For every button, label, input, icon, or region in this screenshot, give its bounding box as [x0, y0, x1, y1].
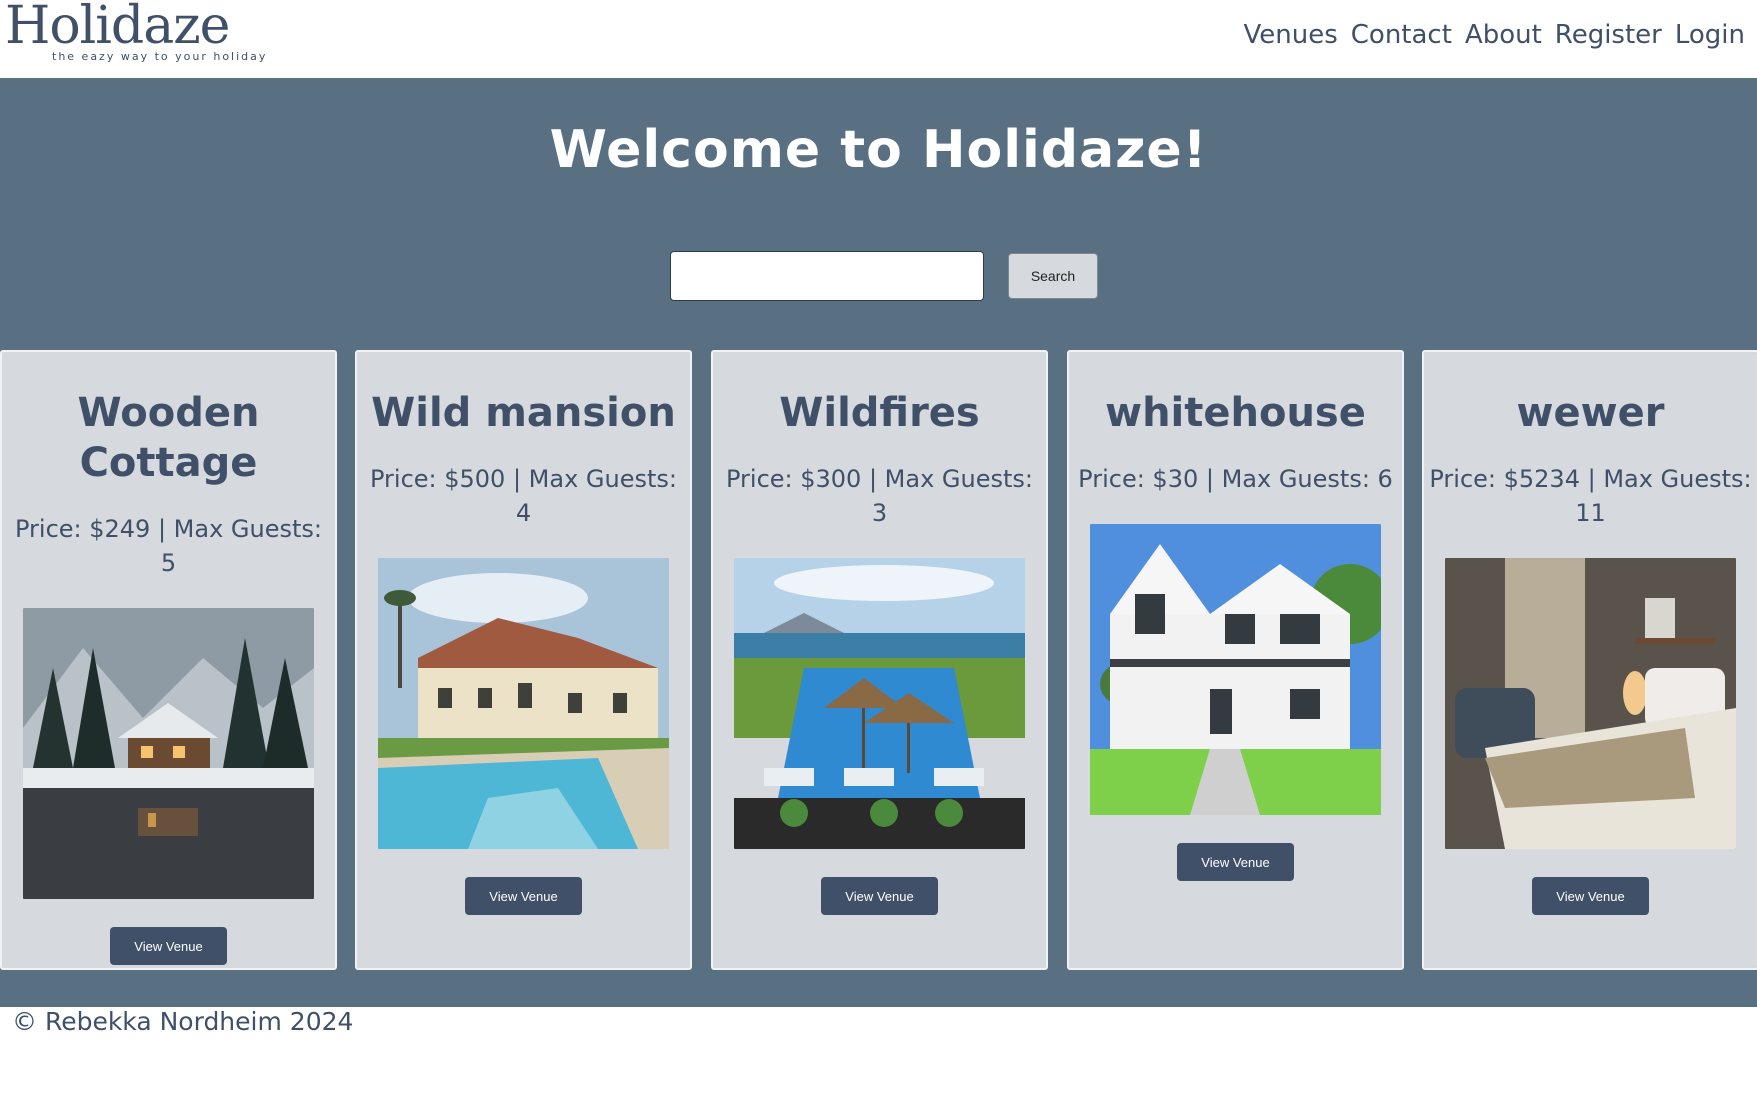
footer-copyright: © Rebekka Nordheim 2024	[12, 1007, 354, 1036]
venue-image-mansion	[378, 558, 669, 849]
main-nav: Venues Contact About Register Login	[1244, 20, 1746, 50]
venue-meta: Price: $249 | Max Guests: 5	[14, 515, 322, 577]
venue-title: Wooden Cottage	[77, 390, 260, 486]
venue-card: wewer Price: $5234 | Max Guests: 11 View…	[1422, 350, 1757, 970]
venue-title: Wild mansion	[371, 390, 676, 436]
venue-image-farmhouse	[1090, 524, 1381, 815]
view-venue-button[interactable]: View Venue	[110, 927, 227, 965]
view-venue-button[interactable]: View Venue	[465, 877, 582, 915]
venue-image-cabin	[23, 608, 314, 899]
venue-meta: Price: $5234 | Max Guests: 11	[1429, 465, 1752, 527]
venue-meta: Price: $30 | Max Guests: 6	[1078, 465, 1393, 493]
view-venue-button[interactable]: View Venue	[821, 877, 938, 915]
venue-meta: Price: $500 | Max Guests: 4	[369, 465, 677, 527]
venue-image-bedroom	[1445, 558, 1736, 849]
nav-contact[interactable]: Contact	[1351, 20, 1452, 50]
venue-title: wewer	[1516, 390, 1665, 436]
view-venue-button[interactable]: View Venue	[1532, 877, 1649, 915]
hero-section: Welcome to Holidaze! Search Wooden Cotta…	[0, 78, 1757, 1007]
nav-register[interactable]: Register	[1555, 20, 1662, 50]
nav-venues[interactable]: Venues	[1244, 20, 1338, 50]
venue-card: Wild mansion Price: $500 | Max Guests: 4	[355, 350, 692, 970]
venue-meta: Price: $300 | Max Guests: 3	[725, 465, 1033, 527]
venue-card: Wildfires Price: $300 | Max Guests: 3 Vi…	[711, 350, 1048, 970]
logo[interactable]: Holidaze the eazy way to your holiday	[5, 0, 267, 63]
venue-card: Wooden Cottage Price: $249 | Max Guests:…	[0, 350, 337, 970]
nav-login[interactable]: Login	[1675, 20, 1745, 50]
page-title: Welcome to Holidaze!	[549, 120, 1208, 180]
search-button[interactable]: Search	[1008, 253, 1098, 299]
site-header: Holidaze the eazy way to your holiday Ve…	[0, 0, 1757, 78]
logo-name: Holidaze	[5, 0, 230, 56]
search-input[interactable]	[670, 251, 984, 301]
venue-card: whitehouse Price: $30 | Max Guests: 6 Vi…	[1067, 350, 1404, 970]
logo-tagline: the eazy way to your holiday	[52, 50, 268, 63]
nav-about[interactable]: About	[1465, 20, 1542, 50]
venue-title: Wildfires	[779, 390, 980, 436]
view-venue-button[interactable]: View Venue	[1177, 843, 1294, 881]
venue-title: whitehouse	[1105, 390, 1366, 436]
venue-image-resort	[734, 558, 1025, 849]
